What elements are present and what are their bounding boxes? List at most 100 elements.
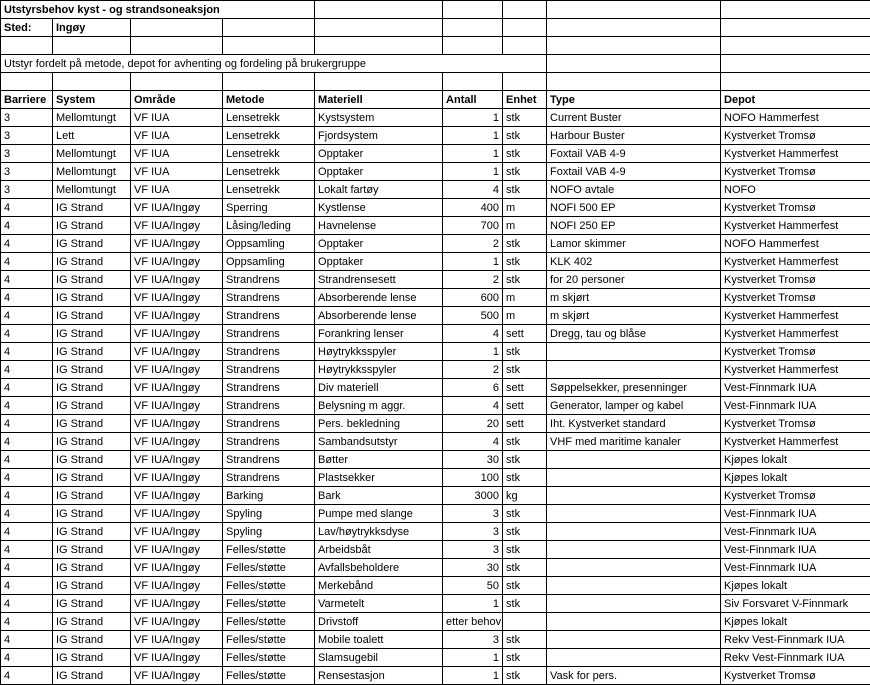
col-header-1: System xyxy=(53,91,131,109)
cell-r6-c8: Kystverket Hammerfest xyxy=(721,217,870,235)
cell-r12-c1: IG Strand xyxy=(53,325,131,343)
cell-r1-c5: 1 xyxy=(443,127,503,145)
cell-r26-c1: IG Strand xyxy=(53,577,131,595)
cell-r2-c5: 1 xyxy=(443,145,503,163)
cell-r1-c1: Lett xyxy=(53,127,131,145)
cell-r12-c2: VF IUA/Ingøy xyxy=(131,325,223,343)
cell-r9-c6: stk xyxy=(503,271,547,289)
cell-r7-c7: Lamor skimmer xyxy=(547,235,721,253)
cell-r10-c6: m xyxy=(503,289,547,307)
cell-r20-c6: stk xyxy=(503,469,547,487)
cell-r31-c3: Felles/støtte xyxy=(223,667,315,685)
cell-r27-c0: 4 xyxy=(1,595,53,613)
cell-r28-c3: Felles/støtte xyxy=(223,613,315,631)
cell-r26-c2: VF IUA/Ingøy xyxy=(131,577,223,595)
cell-r11-c0: 4 xyxy=(1,307,53,325)
cell-r4-c8: NOFO xyxy=(721,181,870,199)
cell-r30-c2: VF IUA/Ingøy xyxy=(131,649,223,667)
cell-r26-c0: 4 xyxy=(1,577,53,595)
cell-r26-c4: Merkebånd xyxy=(315,577,443,595)
cell-r16-c6: sett xyxy=(503,397,547,415)
cell-r8-c8: Kystverket Hammerfest xyxy=(721,253,870,271)
cell-r13-c6: stk xyxy=(503,343,547,361)
cell-r19-c4: Bøtter xyxy=(315,451,443,469)
cell-r22-c7 xyxy=(547,505,721,523)
cell-r27-c3: Felles/støtte xyxy=(223,595,315,613)
cell-r5-c6: m xyxy=(503,199,547,217)
cell-r22-c5: 3 xyxy=(443,505,503,523)
cell-r23-c3: Spyling xyxy=(223,523,315,541)
cell-r29-c5: 3 xyxy=(443,631,503,649)
cell-r2-c0: 3 xyxy=(1,145,53,163)
cell-r19-c3: Strandrens xyxy=(223,451,315,469)
cell-r4-c5: 4 xyxy=(443,181,503,199)
cell-r19-c8: Kjøpes lokalt xyxy=(721,451,870,469)
cell-r19-c1: IG Strand xyxy=(53,451,131,469)
cell-r15-c7: Søppelsekker, presenninger xyxy=(547,379,721,397)
cell-r15-c3: Strandrens xyxy=(223,379,315,397)
cell-r28-c7 xyxy=(547,613,721,631)
cell-r16-c7: Generator, lamper og kabel xyxy=(547,397,721,415)
cell-r4-c2: VF IUA xyxy=(131,181,223,199)
equipment-table: Utstyrsbehov kyst - og strandsoneaksjonS… xyxy=(0,0,870,685)
cell-r19-c7 xyxy=(547,451,721,469)
cell-r7-c6: stk xyxy=(503,235,547,253)
cell-r1-c3: Lensetrekk xyxy=(223,127,315,145)
cell-r26-c7 xyxy=(547,577,721,595)
cell-r24-c4: Arbeidsbåt xyxy=(315,541,443,559)
cell-r21-c7 xyxy=(547,487,721,505)
cell-r12-c8: Kystverket Hammerfest xyxy=(721,325,870,343)
cell-r11-c6: m xyxy=(503,307,547,325)
cell-r30-c7 xyxy=(547,649,721,667)
cell-r21-c1: IG Strand xyxy=(53,487,131,505)
cell-r9-c7: for 20 personer xyxy=(547,271,721,289)
cell-r14-c5: 2 xyxy=(443,361,503,379)
cell-r5-c2: VF IUA/Ingøy xyxy=(131,199,223,217)
cell-r21-c3: Barking xyxy=(223,487,315,505)
cell-r1-c8: Kystverket Tromsø xyxy=(721,127,870,145)
cell-r25-c1: IG Strand xyxy=(53,559,131,577)
cell-r23-c1: IG Strand xyxy=(53,523,131,541)
cell-r8-c0: 4 xyxy=(1,253,53,271)
cell-r4-c6: stk xyxy=(503,181,547,199)
cell-r12-c0: 4 xyxy=(1,325,53,343)
cell-r31-c6: stk xyxy=(503,667,547,685)
cell-r2-c3: Lensetrekk xyxy=(223,145,315,163)
cell-r13-c1: IG Strand xyxy=(53,343,131,361)
cell-r31-c7: Vask for pers. xyxy=(547,667,721,685)
cell-r2-c4: Opptaker xyxy=(315,145,443,163)
cell-r9-c1: IG Strand xyxy=(53,271,131,289)
cell-r3-c6: stk xyxy=(503,163,547,181)
cell-r24-c3: Felles/støtte xyxy=(223,541,315,559)
cell-r12-c4: Forankring lenser xyxy=(315,325,443,343)
cell-r11-c4: Absorberende lense xyxy=(315,307,443,325)
cell-r5-c0: 4 xyxy=(1,199,53,217)
cell-r0-c0: 3 xyxy=(1,109,53,127)
cell-r28-c2: VF IUA/Ingøy xyxy=(131,613,223,631)
cell-r8-c3: Oppsamling xyxy=(223,253,315,271)
cell-r8-c2: VF IUA/Ingøy xyxy=(131,253,223,271)
cell-r1-c2: VF IUA xyxy=(131,127,223,145)
cell-r0-c3: Lensetrekk xyxy=(223,109,315,127)
cell-r8-c7: KLK 402 xyxy=(547,253,721,271)
cell-r25-c0: 4 xyxy=(1,559,53,577)
cell-r27-c8: Siv Forsvaret V-Finnmark xyxy=(721,595,870,613)
cell-r14-c8: Kystverket Hammerfest xyxy=(721,361,870,379)
cell-r20-c5: 100 xyxy=(443,469,503,487)
cell-r11-c3: Strandrens xyxy=(223,307,315,325)
cell-r14-c3: Strandrens xyxy=(223,361,315,379)
cell-r4-c7: NOFO avtale xyxy=(547,181,721,199)
cell-r25-c4: Avfallsbeholdere xyxy=(315,559,443,577)
cell-r4-c1: Mellomtungt xyxy=(53,181,131,199)
cell-r24-c0: 4 xyxy=(1,541,53,559)
cell-r10-c2: VF IUA/Ingøy xyxy=(131,289,223,307)
cell-r24-c5: 3 xyxy=(443,541,503,559)
cell-r11-c2: VF IUA/Ingøy xyxy=(131,307,223,325)
cell-r10-c5: 600 xyxy=(443,289,503,307)
cell-r20-c3: Strandrens xyxy=(223,469,315,487)
col-header-7: Type xyxy=(547,91,721,109)
cell-r14-c0: 4 xyxy=(1,361,53,379)
cell-r3-c8: Kystverket Tromsø xyxy=(721,163,870,181)
cell-r27-c4: Varmetelt xyxy=(315,595,443,613)
cell-r6-c2: VF IUA/Ingøy xyxy=(131,217,223,235)
